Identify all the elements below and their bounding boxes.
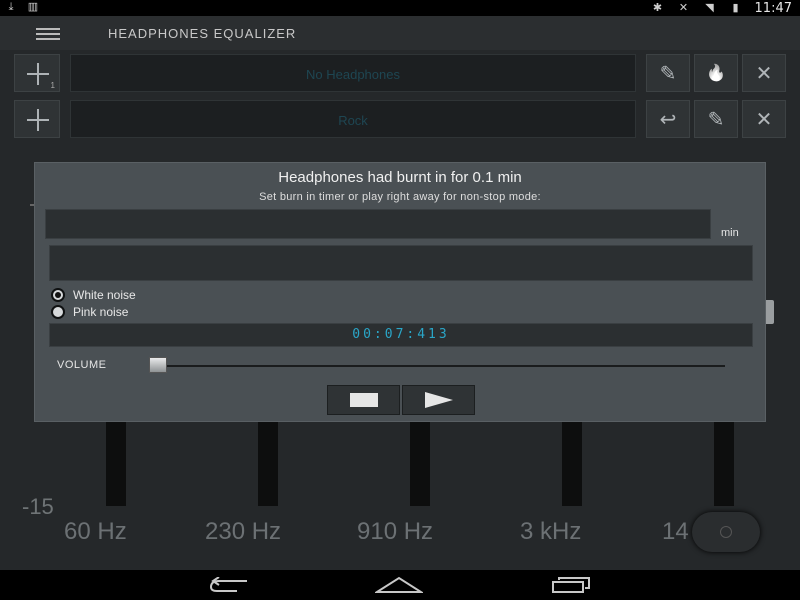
burn-in-button[interactable]: 🔥 bbox=[694, 54, 738, 92]
freq-label: 910 Hz bbox=[357, 518, 434, 545]
edit-hp-icon: ✎ bbox=[659, 62, 677, 85]
headphones-selector[interactable]: No Headphones bbox=[70, 54, 636, 92]
eq-slider-3khz[interactable] bbox=[562, 420, 582, 506]
burn-in-timer-input[interactable] bbox=[45, 209, 711, 239]
burn-in-dialog: Headphones had burnt in for 0.1 min Set … bbox=[34, 162, 766, 422]
play-button[interactable] bbox=[402, 385, 475, 415]
elapsed-time-display: 00:07:413 bbox=[49, 323, 753, 347]
app-screen: ⤓ ▥ ✱ ✕ ◥ ▮ 11:47 HEADPHONES EQUALIZER 1… bbox=[0, 0, 800, 600]
eq-slider-60hz[interactable] bbox=[106, 420, 126, 506]
wifi-icon: ◥ bbox=[705, 2, 714, 14]
volume-slider-thumb[interactable] bbox=[149, 357, 167, 373]
add-preset-button[interactable] bbox=[14, 100, 60, 138]
volume-slider-track[interactable] bbox=[151, 365, 725, 367]
delete-preset-button[interactable]: ✕ bbox=[742, 100, 786, 138]
signal-bars-icon: ▥ bbox=[27, 1, 39, 13]
home-icon[interactable] bbox=[374, 574, 424, 596]
navigation-bar bbox=[0, 570, 800, 600]
preset-name: Rock bbox=[338, 113, 368, 128]
eq-slider-910hz[interactable] bbox=[410, 420, 430, 506]
bluetooth-icon: ✱ bbox=[652, 2, 663, 14]
stop-icon bbox=[349, 393, 378, 407]
volume-label: VOLUME bbox=[57, 359, 107, 371]
eq-slider-14khz[interactable] bbox=[714, 420, 734, 506]
back-icon[interactable] bbox=[204, 574, 254, 596]
freq-label: 230 Hz bbox=[205, 518, 282, 545]
eq-min-label: -15 bbox=[22, 494, 54, 519]
freq-label: 3 kHz bbox=[520, 518, 582, 545]
white-noise-label: White noise bbox=[73, 288, 136, 302]
close-icon: ✕ bbox=[755, 62, 773, 85]
add-number: 1 bbox=[50, 81, 55, 90]
app-bar: HEADPHONES EQUALIZER bbox=[0, 16, 800, 50]
battery-charging-icon: ▮ bbox=[732, 2, 739, 14]
play-icon bbox=[424, 392, 453, 408]
status-time: 11:47 bbox=[754, 0, 792, 16]
pink-noise-radio[interactable]: Pink noise bbox=[51, 304, 251, 320]
edit-hp-button[interactable]: ✎ bbox=[646, 54, 690, 92]
white-noise-radio[interactable]: White noise bbox=[51, 287, 251, 303]
dialog-subtitle: Set burn in timer or play right away for… bbox=[259, 191, 541, 203]
power-icon bbox=[720, 526, 732, 538]
radio-checked-icon bbox=[51, 288, 65, 302]
pink-noise-label: Pink noise bbox=[73, 305, 129, 319]
headphones-profile-row: 1 No Headphones ✎ 🔥 ✕ bbox=[14, 54, 786, 92]
mute-icon: ✕ bbox=[678, 2, 689, 14]
headphones-name: No Headphones bbox=[306, 67, 400, 82]
status-bar: ⤓ ▥ ✱ ✕ ◥ ▮ 11:47 bbox=[0, 0, 800, 16]
preset-selector[interactable]: Rock bbox=[70, 100, 636, 138]
close-icon: ✕ bbox=[755, 108, 773, 131]
recents-icon[interactable] bbox=[546, 574, 596, 596]
stop-button[interactable] bbox=[327, 385, 400, 415]
flame-icon: 🔥 bbox=[706, 65, 726, 82]
radio-unchecked-icon bbox=[51, 305, 65, 319]
delete-headphones-button[interactable]: ✕ bbox=[742, 54, 786, 92]
playback-controls bbox=[327, 385, 475, 415]
freq-label: 60 Hz bbox=[64, 518, 127, 545]
timer-unit-label: min bbox=[721, 227, 739, 239]
edit-preset-button[interactable]: ✎ bbox=[694, 100, 738, 138]
floating-action-button[interactable] bbox=[692, 512, 760, 552]
dialog-title: Headphones had burnt in for 0.1 min bbox=[278, 169, 522, 186]
app-title: HEADPHONES EQUALIZER bbox=[108, 26, 297, 41]
add-headphones-button[interactable]: 1 bbox=[14, 54, 60, 92]
download-icon: ⤓ bbox=[8, 1, 14, 13]
hamburger-menu-icon[interactable] bbox=[36, 28, 60, 40]
preset-profile-row: Rock ↩ ✎ ✕ bbox=[14, 100, 786, 138]
eq-slider-230hz[interactable] bbox=[258, 420, 278, 506]
undo-icon: ↩ bbox=[659, 108, 677, 131]
pencil-icon: ✎ bbox=[707, 108, 725, 131]
progress-field bbox=[49, 245, 753, 281]
undo-button[interactable]: ↩ bbox=[646, 100, 690, 138]
